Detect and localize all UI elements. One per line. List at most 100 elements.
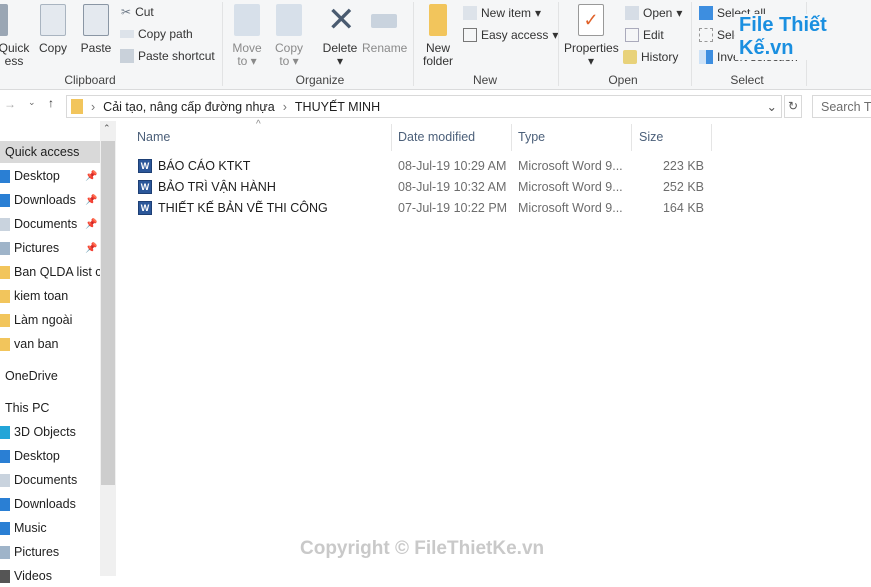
paste-icon: [83, 4, 109, 36]
refresh-icon[interactable]: ↻: [784, 95, 802, 118]
nav-item[interactable]: Quick access: [0, 141, 100, 163]
nav-item[interactable]: van ban: [0, 333, 100, 355]
history-button[interactable]: History: [623, 50, 678, 64]
cut-button[interactable]: ✂ Cut: [121, 5, 154, 19]
nav-scrollbar-thumb[interactable]: [101, 141, 115, 485]
search-input[interactable]: Search THUYẾT MINH: [812, 95, 871, 118]
new-item-icon: [463, 6, 477, 20]
select-all-icon: [699, 6, 713, 20]
invert-selection-icon: [699, 50, 713, 64]
cut-label: Cut: [135, 5, 154, 19]
nav-item[interactable]: Ban QLDA list ch: [0, 261, 100, 283]
paste-shortcut-button[interactable]: Paste shortcut: [120, 49, 215, 63]
copy-button[interactable]: Copy: [38, 4, 68, 55]
nav-item-label: This PC: [5, 401, 50, 415]
paste-label: Paste: [80, 41, 112, 55]
move-to-button[interactable]: Move to ▾: [232, 4, 262, 68]
nav-item[interactable]: Documents: [0, 469, 100, 491]
up-arrow-icon[interactable]: ↑: [48, 96, 54, 110]
easy-access-button[interactable]: Easy access ▾: [463, 28, 558, 42]
new-folder-button[interactable]: New folder: [420, 4, 456, 68]
address-path[interactable]: › Cải tạo, nâng cấp đường nhựa › THUYẾT …: [66, 95, 782, 118]
nav-item-icon: [0, 337, 10, 351]
file-name: BÁO CÁO KTKT: [158, 159, 251, 173]
breadcrumb-item[interactable]: Cải tạo, nâng cấp đường nhựa: [103, 100, 275, 114]
folder-icon: [429, 4, 447, 36]
nav-item[interactable]: Desktop 📌: [0, 165, 100, 187]
nav-item[interactable]: Pictures: [0, 541, 100, 563]
rename-button[interactable]: Rename: [362, 4, 408, 55]
file-row[interactable]: W THIẾT KẾ BẢN VẼ THI CÔNG 07-Jul-19 10:…: [136, 198, 716, 219]
nav-item[interactable]: Downloads 📌: [0, 189, 100, 211]
clipboard-group-label: Clipboard: [64, 73, 116, 87]
edit-button[interactable]: Edit: [625, 28, 664, 42]
pin-icon[interactable]: 📌: [85, 171, 97, 182]
forward-icon[interactable]: →: [4, 97, 16, 111]
pin-icon[interactable]: 📌: [85, 219, 97, 230]
nav-item[interactable]: Downloads: [0, 493, 100, 515]
file-size: 252 KB: [662, 180, 704, 194]
delete-button[interactable]: ✕ Delete ▾: [322, 1, 358, 68]
easy-access-icon: [463, 28, 477, 42]
nav-item[interactable]: kiem toan: [0, 285, 100, 307]
delete-x-icon: ✕: [327, 1, 356, 39]
new-group-label: New: [472, 73, 497, 87]
folder-icon: [71, 99, 83, 114]
file-date: 08-Jul-19 10:32 AM: [398, 180, 507, 194]
nav-item[interactable]: Pictures 📌: [0, 237, 100, 259]
pin-icon[interactable]: 📌: [85, 243, 97, 254]
nav-item-label: 3D Objects: [14, 425, 76, 439]
nav-item-label: Music: [14, 521, 47, 535]
nav-item[interactable]: This PC: [0, 397, 100, 419]
word-document-icon: W: [138, 159, 152, 173]
paste-button[interactable]: Paste: [80, 4, 112, 55]
word-document-icon: W: [138, 180, 152, 194]
nav-item[interactable]: 3D Objects: [0, 421, 100, 443]
rename-icon: [371, 14, 397, 28]
nav-item[interactable]: Làm ngoài: [0, 309, 100, 331]
new-item-button[interactable]: New item ▾: [463, 6, 541, 20]
copy-to-button[interactable]: Copy to ▾: [274, 4, 304, 68]
nav-item[interactable]: Desktop: [0, 445, 100, 467]
select-group-label: Select: [730, 73, 764, 87]
edit-icon: [625, 28, 639, 42]
scroll-up-icon[interactable]: ⌃: [103, 123, 111, 134]
nav-item-label: Desktop: [14, 449, 60, 463]
nav-item-label: kiem toan: [14, 289, 69, 303]
pin-quick-access-button[interactable]: Quick ess: [0, 4, 34, 68]
open-icon: [625, 6, 639, 20]
nav-item-icon: [0, 241, 10, 255]
copy-path-button[interactable]: Copy path: [120, 27, 193, 41]
column-header-size[interactable]: Size: [639, 130, 663, 144]
nav-item-icon: [0, 497, 10, 511]
paste-shortcut-icon: [120, 49, 134, 63]
nav-item[interactable]: Documents 📌: [0, 213, 100, 235]
file-row[interactable]: W BÁO CÁO KTKT 08-Jul-19 10:29 AM Micros…: [136, 156, 716, 177]
nav-item-icon: [0, 313, 10, 327]
file-row[interactable]: W BẢO TRÌ VẬN HÀNH 08-Jul-19 10:32 AM Mi…: [136, 177, 716, 198]
column-header-type[interactable]: Type: [518, 130, 545, 144]
properties-button[interactable]: ✓ Properties ▾: [564, 4, 619, 68]
nav-item-label: Downloads: [14, 193, 76, 207]
nav-item[interactable]: OneDrive: [0, 365, 100, 387]
pin-label2: ess: [4, 54, 24, 68]
column-header-date[interactable]: Date modified: [398, 130, 475, 144]
nav-item-icon: [0, 569, 10, 583]
nav-item-label: Quick access: [5, 145, 80, 159]
address-dropdown-icon[interactable]: ⌄: [767, 99, 777, 114]
open-button[interactable]: Open ▾: [625, 6, 682, 20]
copy-icon: [40, 4, 66, 36]
file-type: Microsoft Word 9...: [518, 159, 623, 173]
rename-label: Rename: [362, 41, 408, 55]
breadcrumb-item[interactable]: THUYẾT MINH: [295, 100, 380, 114]
nav-item-icon: [0, 169, 10, 183]
nav-item[interactable]: Music: [0, 517, 100, 539]
pin-icon[interactable]: 📌: [85, 195, 97, 206]
copy-to-label2: to: [279, 54, 290, 68]
column-header-name[interactable]: Name: [137, 130, 170, 144]
nav-item[interactable]: Videos: [0, 565, 100, 587]
copy-label: Copy: [38, 41, 67, 55]
new-folder-label2: folder: [422, 54, 454, 68]
recent-dropdown-icon[interactable]: ⌄: [28, 97, 36, 108]
open-label: Open: [643, 6, 673, 20]
